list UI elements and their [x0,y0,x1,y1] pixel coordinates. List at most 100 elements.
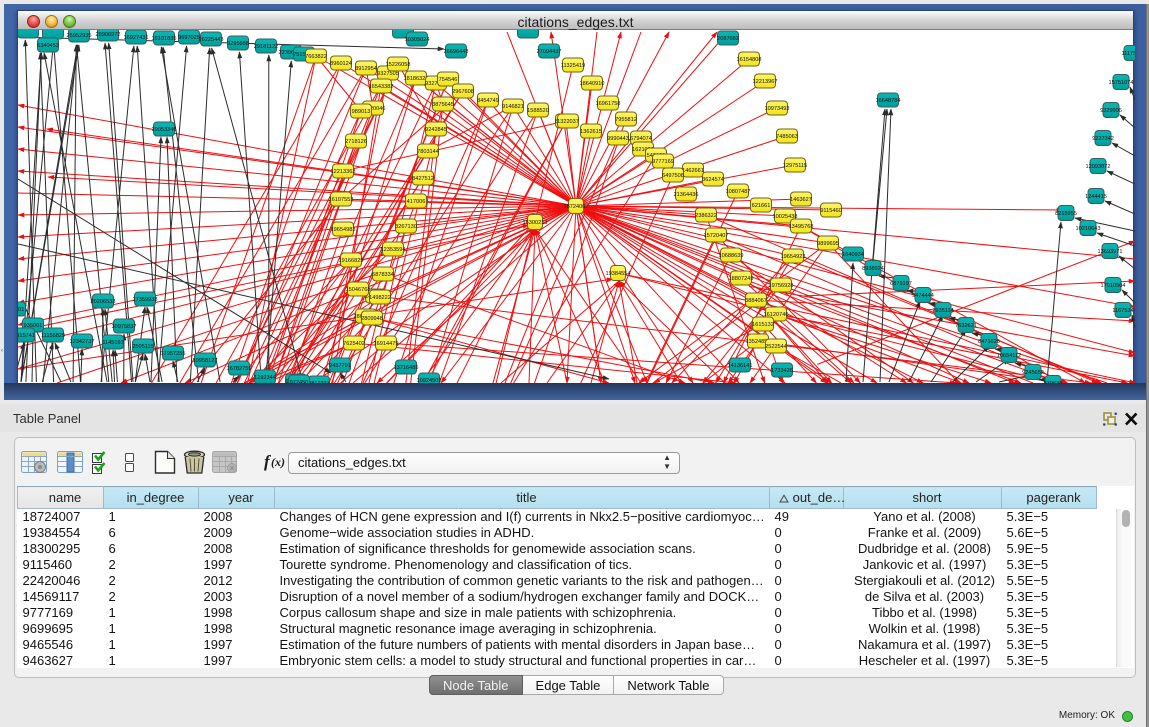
svg-text:1498222: 1498222 [369,295,391,301]
svg-text:1292344: 1292344 [254,375,276,381]
svg-text:16961758: 16961758 [596,101,621,107]
svg-text:16927431: 16927431 [124,35,149,41]
svg-text:7663822: 7663822 [305,54,327,60]
svg-text:1588520: 1588520 [527,108,549,114]
svg-text:16648784: 16648784 [876,98,901,104]
svg-text:10807487: 10807487 [726,189,751,195]
svg-text:15300213: 15300213 [523,220,548,226]
svg-text:2505115: 2505115 [132,344,153,350]
svg-text:19756928: 19756928 [769,283,794,289]
svg-text:9245652: 9245652 [1022,370,1044,376]
svg-text:1733426: 1733426 [771,368,793,374]
svg-text:9474444: 9474444 [912,293,934,299]
svg-text:1322037: 1322037 [557,119,579,125]
svg-text:1615132: 1615132 [752,322,774,328]
svg-text:8215955: 8215955 [1055,211,1077,217]
svg-text:30975837: 30975837 [112,324,137,330]
svg-text:8471626: 8471626 [978,339,1000,345]
svg-text:27094437: 27094437 [537,49,562,55]
svg-text:9899695: 9899695 [817,241,839,247]
svg-text:8960124: 8960124 [330,61,352,67]
svg-text:16107553: 16107553 [329,197,354,203]
svg-text:8427512: 8427512 [412,176,434,182]
svg-text:2386322: 2386322 [695,213,717,219]
svg-text:8912954: 8912954 [355,66,377,72]
svg-text:18640910: 18640910 [580,81,605,87]
svg-text:26225443: 26225443 [199,37,224,43]
svg-text:10654112: 10654112 [997,353,1021,359]
svg-text:9697025: 9697025 [178,35,200,41]
svg-text:3915741: 3915741 [18,333,35,339]
svg-text:10688639: 10688639 [719,253,744,259]
svg-text:29906972: 29906972 [96,32,121,38]
svg-text:29053346: 29053346 [152,127,177,133]
svg-text:11156829: 11156829 [41,333,65,339]
svg-text:17010504: 17010504 [1101,283,1126,289]
svg-text:19654923: 19654923 [781,254,806,260]
svg-text:754546: 754546 [439,77,458,83]
svg-text:26696443: 26696443 [444,49,469,55]
svg-text:3624574: 3624574 [702,177,724,183]
svg-text:1640934: 1640934 [842,252,864,258]
svg-text:6794074: 6794074 [630,136,652,142]
svg-text:2967608: 2967608 [452,89,474,95]
svg-text:12353594: 12353594 [381,247,406,253]
svg-text:19654983: 19654983 [331,227,356,233]
svg-text:9295988: 9295988 [227,41,249,47]
svg-text:831001: 831001 [18,307,24,313]
svg-text:417006: 417006 [407,199,426,205]
svg-text:6340453: 6340453 [37,43,59,49]
svg-text:12975115: 12975115 [783,163,807,169]
svg-text:2522544: 2522544 [765,344,787,350]
svg-text:25952935: 25952935 [67,33,92,39]
svg-text:7625402: 7625402 [343,341,365,347]
svg-text:1362615: 1362615 [580,129,602,135]
svg-text:12213363: 12213363 [331,169,356,175]
svg-text:9329906: 9329906 [1100,108,1122,114]
svg-text:2718126: 2718126 [345,139,367,145]
svg-text:9457791: 9457791 [329,363,351,369]
svg-text:29181122: 29181122 [254,44,278,50]
svg-text:989013: 989013 [352,109,371,115]
svg-text:8938924: 8938924 [862,266,884,272]
svg-text:13716485: 13716485 [394,365,419,371]
svg-text:9990443: 9990443 [607,136,629,142]
svg-text:16543382: 16543382 [369,84,394,90]
svg-text:9327505: 9327505 [377,71,399,77]
svg-text:12342737: 12342737 [70,339,95,345]
svg-text:2809948: 2809948 [361,316,383,322]
svg-text:17359938: 17359938 [133,297,158,303]
svg-text:3884067: 3884067 [745,298,767,304]
svg-text:10958127: 10958127 [193,358,218,364]
svg-text:15226058: 15226058 [386,62,411,68]
svg-text:9115460: 9115460 [820,208,841,214]
svg-text:3267130: 3267130 [395,224,417,230]
svg-text:1462661: 1462661 [682,168,704,174]
svg-text:18807249: 18807249 [729,276,754,282]
svg-text:7632621: 7632621 [955,323,977,329]
svg-text:12213967: 12213967 [753,79,778,85]
svg-text:12093872: 12093872 [1086,164,1111,170]
svg-text:1244415: 1244415 [1085,194,1107,200]
svg-text:17957255: 17957255 [161,351,186,357]
svg-text:9242845: 9242845 [425,127,447,133]
svg-text:2087682: 2087682 [717,36,739,42]
svg-text:16154808: 16154808 [737,57,762,63]
svg-text:621661: 621661 [752,203,771,209]
svg-text:5878334: 5878334 [372,272,394,278]
svg-text:9146821: 9146821 [502,104,524,110]
svg-text:10210643: 10210643 [1076,226,1101,232]
svg-text:15046768: 15046768 [346,287,371,293]
svg-text:19384554: 19384554 [606,271,631,277]
svg-text:1463627: 1463627 [790,197,812,203]
svg-text:1117534: 1117534 [1122,51,1135,57]
svg-text:9777169: 9777169 [652,159,674,165]
svg-text:3875645: 3875645 [432,102,454,108]
svg-text:7955812: 7955812 [615,117,637,123]
svg-text:10973493: 10973493 [765,106,790,112]
svg-text:18724007: 18724007 [564,204,589,210]
svg-text:16914479: 16914479 [374,341,399,347]
svg-text:11325419: 11325419 [561,63,585,69]
svg-text:6497508: 6497508 [662,173,684,179]
svg-text:7803144: 7803144 [417,149,439,155]
